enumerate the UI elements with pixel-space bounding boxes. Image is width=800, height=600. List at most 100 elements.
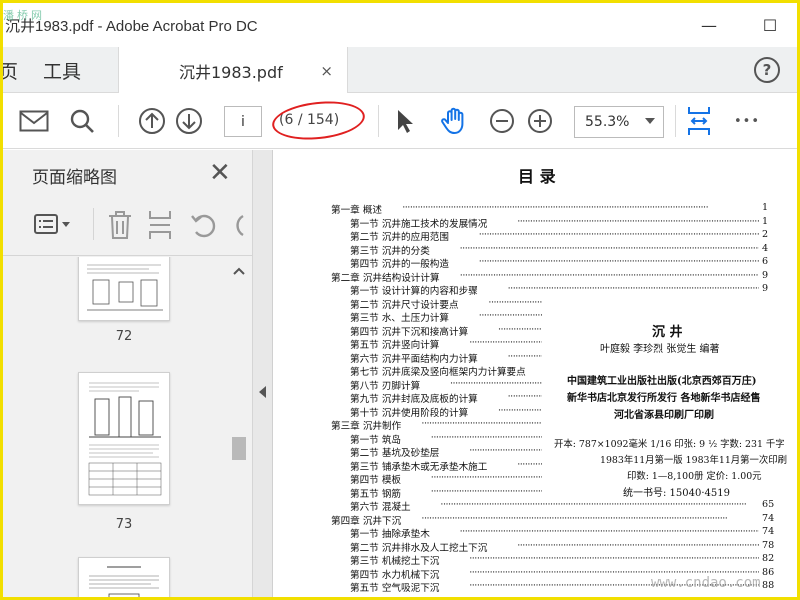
toc-section[interactable]: 第四节 沉井的一般构造 bbox=[350, 256, 449, 270]
toc-section[interactable]: 第五节 空气吸泥下沉 bbox=[350, 580, 439, 594]
trash-icon[interactable] bbox=[107, 210, 133, 240]
select-cursor-icon[interactable] bbox=[391, 93, 419, 149]
toolbar-divider bbox=[93, 208, 94, 240]
toc-chapter[interactable]: 第四章 沉井下沉 bbox=[331, 513, 401, 527]
zoom-in-icon[interactable] bbox=[525, 93, 555, 149]
hand-tool-icon[interactable] bbox=[437, 93, 471, 149]
document-view[interactable]: 目 录 第一章 概述 ······························… bbox=[274, 150, 797, 597]
toc-section[interactable]: 第三节 铺承垫木或无承垫木施工 bbox=[350, 459, 487, 473]
toc-section[interactable]: 第二节 沉井的应用范围 bbox=[350, 229, 449, 243]
rotate-right-icon[interactable] bbox=[227, 210, 247, 240]
toc-section[interactable]: 第一节 抽除承垫木 bbox=[350, 526, 430, 540]
previous-page-icon[interactable] bbox=[136, 93, 168, 149]
toolbar-divider bbox=[675, 105, 676, 137]
toc-page-number: 4 bbox=[762, 242, 769, 254]
extract-pages-icon[interactable] bbox=[147, 210, 173, 240]
toc-leader: ········································… bbox=[517, 458, 542, 470]
thumbnail-page[interactable] bbox=[78, 372, 170, 505]
maximize-button[interactable]: ☐ bbox=[747, 3, 793, 47]
toc-chapter[interactable]: 第三章 沉井制作 bbox=[331, 418, 401, 432]
book-title: 沉 井 bbox=[652, 325, 683, 340]
toc-section[interactable]: 第三节 沉井的分类 bbox=[350, 243, 430, 257]
thumbnail-label: 73 bbox=[115, 517, 133, 532]
toc-leader: ········································… bbox=[459, 269, 759, 281]
document-tab-label: 沉井1983.pdf bbox=[179, 62, 283, 82]
toc-section[interactable]: 第九节 沉井封底及底板的计算 bbox=[350, 391, 478, 405]
minimize-button[interactable]: — bbox=[686, 3, 732, 47]
toc-section[interactable]: 第五节 沉井竖向计算 bbox=[350, 337, 439, 351]
fit-page-icon[interactable] bbox=[683, 93, 715, 149]
printer-line: 河北省涿县印刷厂印刷 bbox=[614, 410, 714, 421]
panel-divider bbox=[3, 255, 253, 256]
toc-leader: ········································… bbox=[517, 539, 759, 551]
toc-section[interactable]: 第八节 刃脚计算 bbox=[350, 378, 420, 392]
toc-chapter[interactable]: 第二章 沉井结构设计计算 bbox=[331, 270, 440, 284]
toc-leader: ········································… bbox=[459, 242, 759, 254]
email-icon[interactable] bbox=[17, 93, 51, 149]
format-line: 开本: 787×1092毫米 1/16 印张: 9 ½ 字数: 231 千字 bbox=[554, 439, 785, 450]
watermark: www.cndao.com bbox=[651, 575, 761, 591]
toc-leader: ········································… bbox=[469, 553, 759, 564]
toc-section[interactable]: 第一节 沉井施工技术的发展情况 bbox=[350, 216, 487, 230]
chevron-down-icon bbox=[645, 118, 655, 124]
toc-leader: ········································… bbox=[421, 418, 542, 429]
toc-leader: ········································… bbox=[430, 472, 542, 483]
app-window: 潘桥网 沉井1983.pdf - Adobe Acrobat Pro DC — … bbox=[0, 0, 800, 600]
toc-section[interactable]: 第七节 沉井底梁及竖向框架内力计算要点 bbox=[350, 364, 526, 378]
tab-home[interactable]: 页 bbox=[3, 47, 18, 93]
thumbnail-scrollbar[interactable] bbox=[227, 257, 251, 597]
toc-leader: ········································… bbox=[421, 512, 728, 524]
toc-section[interactable]: 第三节 水、土压力计算 bbox=[350, 310, 449, 324]
press-line: 中国建筑工业出版社出版(北京西郊百万庄) bbox=[567, 376, 757, 387]
toc-leader: ········································… bbox=[469, 337, 542, 348]
more-tools-icon[interactable]: ••• bbox=[730, 93, 764, 149]
toc-page-number: 74 bbox=[762, 512, 775, 524]
zoom-out-icon[interactable] bbox=[487, 93, 517, 149]
toc-leader: ········································… bbox=[402, 202, 709, 213]
thumbnail-page[interactable] bbox=[78, 557, 170, 597]
print-run-line: 印数: 1—8,100册 定价: 1.00元 bbox=[627, 471, 762, 482]
tab-tools[interactable]: 工具 bbox=[43, 47, 81, 93]
toc-page-number: 74 bbox=[762, 526, 775, 537]
toc-leader: ········································… bbox=[507, 350, 542, 362]
scrollbar-thumb[interactable] bbox=[232, 437, 246, 460]
panel-splitter[interactable] bbox=[253, 150, 273, 597]
toc-chapter[interactable]: 第一章 概述 bbox=[331, 202, 382, 216]
rotate-left-icon[interactable] bbox=[189, 210, 219, 240]
toc-section[interactable]: 第六节 沉井平面结构内力计算 bbox=[350, 351, 478, 365]
search-icon[interactable] bbox=[65, 93, 99, 149]
toc-section[interactable]: 第十节 沉井使用阶段的计算 bbox=[350, 405, 468, 419]
toc-leader: ········································… bbox=[517, 215, 759, 227]
toc-section[interactable]: 第二节 沉井排水及人工挖土下沉 bbox=[350, 540, 487, 554]
collapse-panel-icon[interactable] bbox=[259, 386, 266, 398]
toc-page-number: 9 bbox=[762, 269, 769, 281]
toc-leader: ········································… bbox=[469, 445, 542, 456]
toc-section[interactable]: 第四节 模板 bbox=[350, 472, 401, 486]
toc-leader: ········································… bbox=[507, 283, 759, 294]
close-tab-icon[interactable]: × bbox=[320, 62, 333, 80]
toc-page-number: 1 bbox=[762, 215, 769, 227]
options-menu-icon[interactable] bbox=[33, 212, 73, 238]
toc-leader: ········································… bbox=[459, 526, 759, 537]
close-panel-icon[interactable]: ✕ bbox=[209, 158, 231, 188]
toc-page-number: 82 bbox=[762, 553, 775, 564]
zoom-select[interactable]: 55.3% bbox=[574, 106, 664, 138]
toolbar-divider bbox=[378, 105, 379, 137]
toc-section[interactable]: 第一节 筑岛 bbox=[350, 432, 401, 446]
thumbnail-page[interactable] bbox=[78, 257, 170, 321]
toc-section[interactable]: 第四节 水力机械下沉 bbox=[350, 567, 439, 581]
toc-leader: ········································… bbox=[498, 404, 542, 416]
toc-leader: ········································… bbox=[478, 229, 759, 240]
toc-section[interactable]: 第六节 混凝土 bbox=[350, 499, 411, 513]
toc-section[interactable]: 第五节 钢筋 bbox=[350, 486, 401, 500]
toc-section[interactable]: 第二节 沉井尺寸设计要点 bbox=[350, 297, 459, 311]
toc-section[interactable]: 第二节 基坑及砂垫层 bbox=[350, 445, 439, 459]
document-tab[interactable]: 沉井1983.pdf × bbox=[118, 47, 348, 94]
toc-section[interactable]: 第一节 设计计算的内容和步骤 bbox=[350, 283, 478, 297]
toc-section[interactable]: 第四节 沉井下沉和接高计算 bbox=[350, 324, 468, 338]
toc-heading: 目 录 bbox=[518, 167, 556, 186]
help-icon[interactable]: ? bbox=[754, 57, 780, 83]
next-page-icon[interactable] bbox=[173, 93, 205, 149]
page-number-input[interactable]: i bbox=[224, 106, 262, 137]
toc-section[interactable]: 第三节 机械挖土下沉 bbox=[350, 553, 439, 567]
